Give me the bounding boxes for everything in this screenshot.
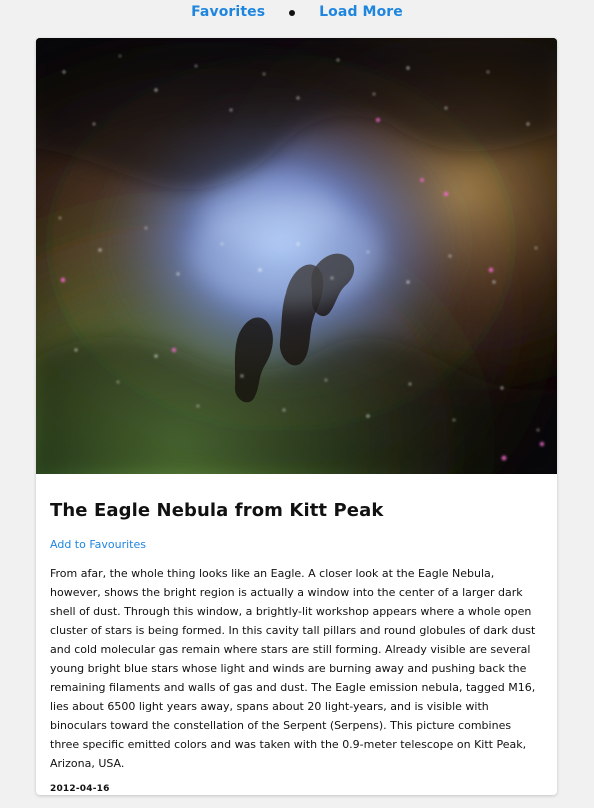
apod-card: The Eagle Nebula from Kitt Peak Add to F… [36,38,557,795]
add-to-favourites-link[interactable]: Add to Favourites [50,538,146,551]
top-navigation: Favorites Load More [0,0,594,24]
article-title: The Eagle Nebula from Kitt Peak [50,500,384,521]
nebula-image [36,38,557,474]
favorites-link[interactable]: Favorites [191,4,265,20]
article-description: From afar, the whole thing looks like an… [50,567,536,770]
card-content: The Eagle Nebula from Kitt Peak Add to F… [36,474,557,794]
article-date: 2012-04-16 [50,784,110,794]
nav-separator-dot [289,10,296,16]
load-more-link[interactable]: Load More [319,4,403,20]
